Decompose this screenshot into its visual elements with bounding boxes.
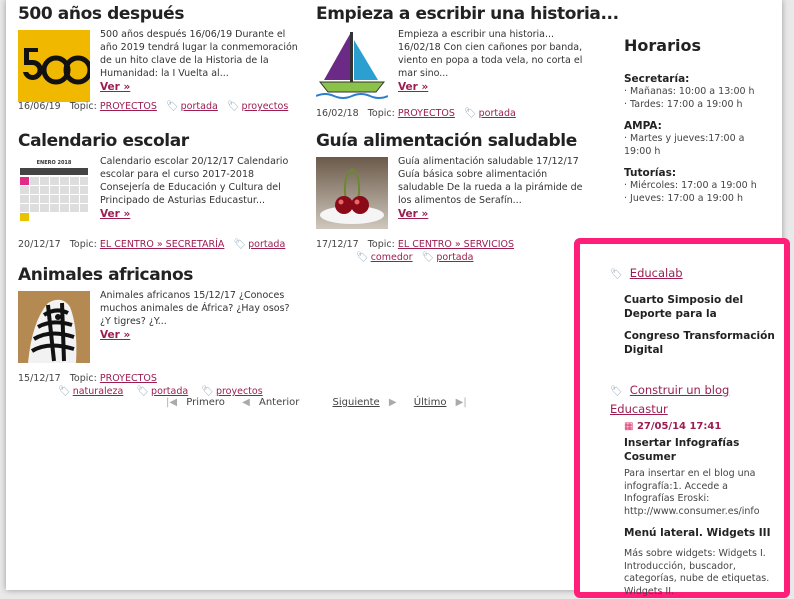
tag-icon: 🏷 (610, 386, 623, 397)
pagination: |◀ Primero ◀ Anterior Siguiente ▶ Último… (166, 397, 467, 409)
post-excerpt: Empieza a escribir una historia... 16/02… (398, 29, 583, 79)
tag-icon: 🏷 (136, 386, 150, 397)
blog-entry-title[interactable]: Insertar Infografías Cosumer (624, 436, 780, 464)
blog-entry-title[interactable]: Menú lateral. Widgets III (624, 526, 780, 540)
topic-label: Topic: (69, 373, 97, 384)
horario-item: · Mañanas: 10:00 a 13:00 h (624, 86, 755, 97)
post-thumbnail-zebra[interactable] (18, 291, 90, 363)
horario-item: · Miércoles: 17:00 a 19:00 h (624, 180, 757, 191)
horario-heading: Tutorías: (624, 167, 677, 179)
post-title[interactable]: Guía alimentación saludable (316, 131, 601, 151)
post-thumbnail-cherries[interactable] (316, 157, 388, 229)
calendar-icon: ▦ (624, 421, 634, 432)
tag-icon: 🏷 (58, 386, 71, 397)
tag-icon: 🏷 (421, 252, 435, 263)
tag-link[interactable]: portada (151, 386, 188, 397)
blog-date: 27/05/14 17:41 (636, 421, 722, 432)
horario-heading: Secretaría: (624, 73, 690, 85)
topic-link[interactable]: EL CENTRO » SERVICIOS (398, 239, 514, 250)
post-title[interactable]: Animales africanos (18, 265, 303, 285)
blog-entry-text: Más sobre widgets: Widgets I. Introducci… (624, 548, 770, 597)
tag-icon: 🏷 (463, 108, 477, 119)
read-more-link[interactable]: Ver » (398, 81, 428, 94)
post-date: 16/02/18 (316, 108, 359, 119)
post-calendario-escolar: Calendario escolar ENERO 2018 Calendario… (18, 131, 303, 241)
topic-link[interactable]: EL CENTRO » SECRETARÍA (100, 239, 225, 250)
horario-item: · Tardes: 17:00 a 19:00 h (624, 99, 743, 110)
topic-label: Topic: (69, 101, 97, 112)
tag-icon: 🏷 (233, 239, 247, 250)
next-page-link[interactable]: Siguiente (333, 397, 380, 408)
post-meta: 15/12/17 Topic: PROYECTOS (18, 372, 157, 385)
read-more-link[interactable]: Ver » (100, 329, 130, 342)
post-empieza-historia: Empieza a escribir una historia... Empie… (316, 4, 619, 124)
horario-item: · Martes y jueves:17:00 a (624, 133, 745, 144)
post-date: 16/06/19 (18, 101, 61, 112)
post-excerpt: Animales africanos 15/12/17 ¿Conoces muc… (100, 290, 290, 327)
post-meta: 16/06/19 Topic: PROYECTOS 🏷 portada 🏷 proy… (18, 100, 288, 113)
blog-entry-text: Para insertar en el blog una infografía:… (624, 468, 760, 517)
horarios-widget: Horarios Secretaría: · Mañanas: 10:00 a … (624, 36, 774, 205)
post-tags: 🏷 comedor 🏷 portada (350, 251, 473, 264)
tag-link[interactable]: comedor (371, 252, 413, 263)
first-page-link[interactable]: Primero (186, 397, 225, 408)
highlighted-feed-widget: 🏷 Educalab Cuarto Simposio del Deporte p… (574, 238, 790, 598)
read-more-link[interactable]: Ver » (100, 208, 130, 221)
post-guia-alimentacion: Guía alimentación saludable Guía aliment… (316, 131, 601, 241)
topic-label: Topic: (367, 239, 395, 250)
educalab-headline[interactable]: Congreso Transformación Digital (624, 329, 780, 357)
post-title[interactable]: 500 años después (18, 4, 303, 24)
topic-label: Topic: (69, 239, 97, 250)
tag-icon: 🏷 (165, 101, 179, 112)
tag-link[interactable]: naturaleza (73, 386, 124, 397)
post-title[interactable]: Calendario escolar (18, 131, 303, 151)
tag-icon: 🏷 (610, 269, 623, 280)
prev-page-link[interactable]: Anterior (259, 397, 299, 408)
topic-label: Topic: (367, 108, 395, 119)
topic-link[interactable]: PROYECTOS (100, 373, 157, 384)
post-excerpt: Calendario escolar 20/12/17 Calendario e… (100, 156, 289, 206)
tag-link[interactable]: portada (248, 239, 285, 250)
post-date: 15/12/17 (18, 373, 61, 384)
read-more-link[interactable]: Ver » (398, 208, 428, 221)
post-excerpt: 500 años después 16/06/19 Durante el año… (100, 29, 298, 79)
educalab-headline[interactable]: Cuarto Simposio del Deporte para la (624, 293, 780, 321)
post-thumbnail-boat[interactable] (316, 30, 388, 102)
post-title[interactable]: Empieza a escribir una historia... (316, 4, 619, 24)
horario-item: · Jueves: 17:00 a 19:00 h (624, 193, 744, 204)
last-page-link[interactable]: Último (414, 397, 447, 408)
post-thumbnail-500[interactable] (18, 30, 90, 102)
first-page-icon: |◀ (166, 397, 178, 408)
tag-link[interactable]: proyectos (216, 386, 263, 397)
post-animales-africanos: Animales africanos Animales africanos 15… (18, 265, 303, 365)
prev-page-icon: ◀ (242, 397, 250, 408)
read-more-link[interactable]: Ver » (100, 81, 130, 94)
post-meta: 16/02/18 Topic: PROYECTOS 🏷 portada (316, 107, 516, 120)
tag-link[interactable]: proyectos (242, 101, 289, 112)
topic-link[interactable]: PROYECTOS (100, 101, 157, 112)
calendar-grid-icon (20, 168, 88, 221)
post-excerpt: Guía alimentación saludable 17/12/17 Guí… (398, 156, 583, 206)
horarios-title: Horarios (624, 36, 701, 55)
post-date: 17/12/17 (316, 239, 359, 250)
tag-icon: 🏷 (356, 252, 369, 263)
horario-heading: AMPA: (624, 120, 662, 132)
post-meta: 20/12/17 Topic: EL CENTRO » SECRETARÍA 🏷… (18, 238, 285, 251)
next-page-icon: ▶ (388, 397, 397, 408)
post-meta: 17/12/17 Topic: EL CENTRO » SERVICIOS (316, 238, 514, 251)
last-page-icon: ▶| (455, 397, 467, 408)
post-date: 20/12/17 (18, 239, 61, 250)
blog-link[interactable]: Construir un blog Educastur (610, 383, 729, 416)
horario-item: 19:00 h (624, 146, 661, 157)
tag-link[interactable]: portada (436, 252, 473, 263)
topic-link[interactable]: PROYECTOS (398, 108, 455, 119)
tag-link[interactable]: portada (479, 108, 516, 119)
tag-link[interactable]: portada (181, 101, 218, 112)
tag-icon: 🏷 (226, 101, 240, 112)
educalab-link[interactable]: Educalab (630, 266, 683, 280)
post-thumbnail-calendar[interactable]: ENERO 2018 (18, 157, 90, 229)
